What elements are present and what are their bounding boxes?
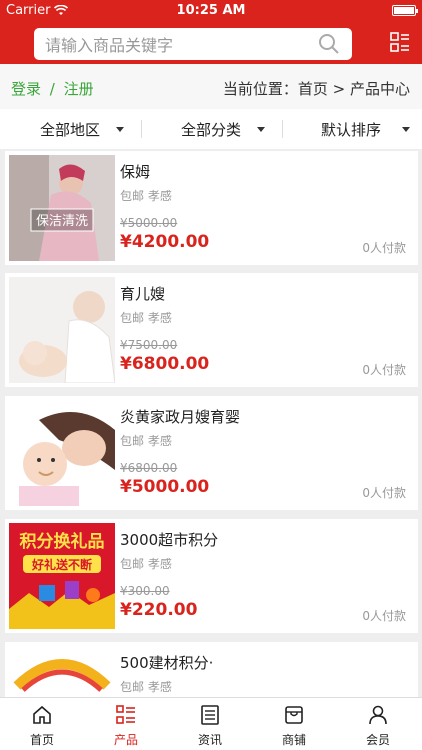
filter-sort-label: 默认排序	[321, 120, 382, 139]
breadcrumb: 当前位置：首页 > 产品中心	[222, 80, 410, 98]
filter-bar: 全部地区 全部分类 默认排序	[0, 109, 422, 149]
filter-category[interactable]: 全部分类	[181, 109, 266, 149]
chevron-down-icon	[116, 126, 125, 132]
product-card[interactable]: 保洁清洗 保姆 包邮 孝感 ¥5000.00 ¥4200.00 0人付款	[5, 151, 418, 265]
filter-region-label: 全部地区	[40, 120, 101, 139]
original-price: ¥7500.00	[120, 338, 178, 352]
tab-news-label: 资讯	[197, 733, 222, 747]
product-image: 积分换礼品 好礼送不断	[9, 523, 115, 629]
paid-count: 0人付款	[362, 363, 406, 377]
header: Carrier 10:25 AM 请输入商品关键字	[0, 0, 422, 64]
login-link[interactable]: 登录	[11, 80, 41, 98]
divider	[282, 120, 283, 138]
paid-count: 0人付款	[362, 241, 406, 255]
clock: 10:25 AM	[176, 3, 246, 18]
search-input[interactable]: 请输入商品关键字	[34, 28, 352, 60]
product-image	[9, 646, 115, 697]
product-image	[9, 277, 115, 383]
current-price: ¥5000.00	[120, 477, 210, 497]
battery-icon	[392, 5, 418, 16]
user-icon	[369, 705, 387, 725]
product-image: 保洁清洗	[9, 155, 115, 261]
tab-bar: 首页 产品 资讯 商铺 会员	[0, 697, 422, 750]
product-tags: 包邮 孝感	[120, 557, 172, 571]
list-icon	[116, 705, 135, 724]
product-name: 3000超市积分	[120, 531, 219, 549]
news-icon	[201, 705, 219, 725]
product-card[interactable]: 500建材积分· 包邮 孝感	[5, 642, 418, 697]
original-price: ¥6800.00	[120, 461, 178, 475]
product-card[interactable]: 炎黄家政月嫂育婴 包邮 孝感 ¥6800.00 ¥5000.00 0人付款	[5, 396, 418, 510]
product-card[interactable]: 育儿嫂 包邮 孝感 ¥7500.00 ¥6800.00 0人付款	[5, 273, 418, 387]
category-menu-icon[interactable]	[390, 32, 410, 52]
search-icon[interactable]	[316, 31, 342, 57]
product-tags: 包邮 孝感	[120, 311, 172, 325]
tab-home[interactable]: 首页	[0, 698, 84, 750]
divider	[141, 120, 142, 138]
search-placeholder: 请输入商品关键字	[45, 36, 174, 55]
current-price: ¥6800.00	[120, 354, 210, 374]
tab-products[interactable]: 产品	[84, 698, 168, 750]
tab-shop-label: 商铺	[281, 733, 306, 747]
tab-home-label: 首页	[29, 733, 54, 747]
login-register: 登录 / 注册	[11, 78, 94, 99]
product-image	[9, 400, 115, 506]
status-bar: Carrier 10:25 AM	[0, 0, 422, 22]
tab-products-label: 产品	[113, 733, 138, 747]
shop-icon	[285, 706, 303, 724]
chevron-down-icon	[402, 126, 411, 132]
product-name: 育儿嫂	[120, 285, 166, 303]
image-subline: 好礼送不断	[31, 557, 92, 572]
product-list: 保洁清洗 保姆 包邮 孝感 ¥5000.00 ¥4200.00 0人付款 育儿嫂…	[0, 149, 422, 697]
tab-shop[interactable]: 商铺	[252, 698, 336, 750]
original-price: ¥5000.00	[120, 216, 178, 230]
product-tags: 包邮 孝感	[120, 189, 172, 203]
breadcrumb-bar: 登录 / 注册 当前位置：首页 > 产品中心	[0, 64, 422, 109]
filter-category-label: 全部分类	[181, 120, 242, 139]
original-price: ¥300.00	[120, 584, 170, 598]
product-name: 保姆	[120, 163, 151, 181]
tab-member-label: 会员	[365, 733, 390, 747]
paid-count: 0人付款	[362, 486, 406, 500]
product-name: 炎黄家政月嫂育婴	[120, 408, 241, 426]
tab-news[interactable]: 资讯	[168, 698, 252, 750]
product-tags: 包邮 孝感	[120, 434, 172, 448]
register-link[interactable]: 注册	[64, 80, 94, 98]
home-icon	[33, 705, 51, 724]
filter-sort[interactable]: 默认排序	[321, 109, 411, 149]
product-name: 500建材积分·	[120, 654, 214, 672]
current-price: ¥220.00	[120, 600, 198, 620]
paid-count: 0人付款	[362, 609, 406, 623]
image-headline: 积分换礼品	[20, 531, 105, 552]
product-card[interactable]: 积分换礼品 好礼送不断 3000超市积分 包邮 孝感 ¥300.00 ¥220.…	[5, 519, 418, 633]
product-tags: 包邮 孝感	[120, 680, 172, 694]
filter-region[interactable]: 全部地区	[40, 109, 125, 149]
separator: /	[49, 80, 55, 98]
tab-member[interactable]: 会员	[336, 698, 420, 750]
current-price: ¥4200.00	[120, 232, 210, 252]
chevron-down-icon	[257, 126, 266, 132]
image-caption: 保洁清洗	[36, 214, 88, 229]
